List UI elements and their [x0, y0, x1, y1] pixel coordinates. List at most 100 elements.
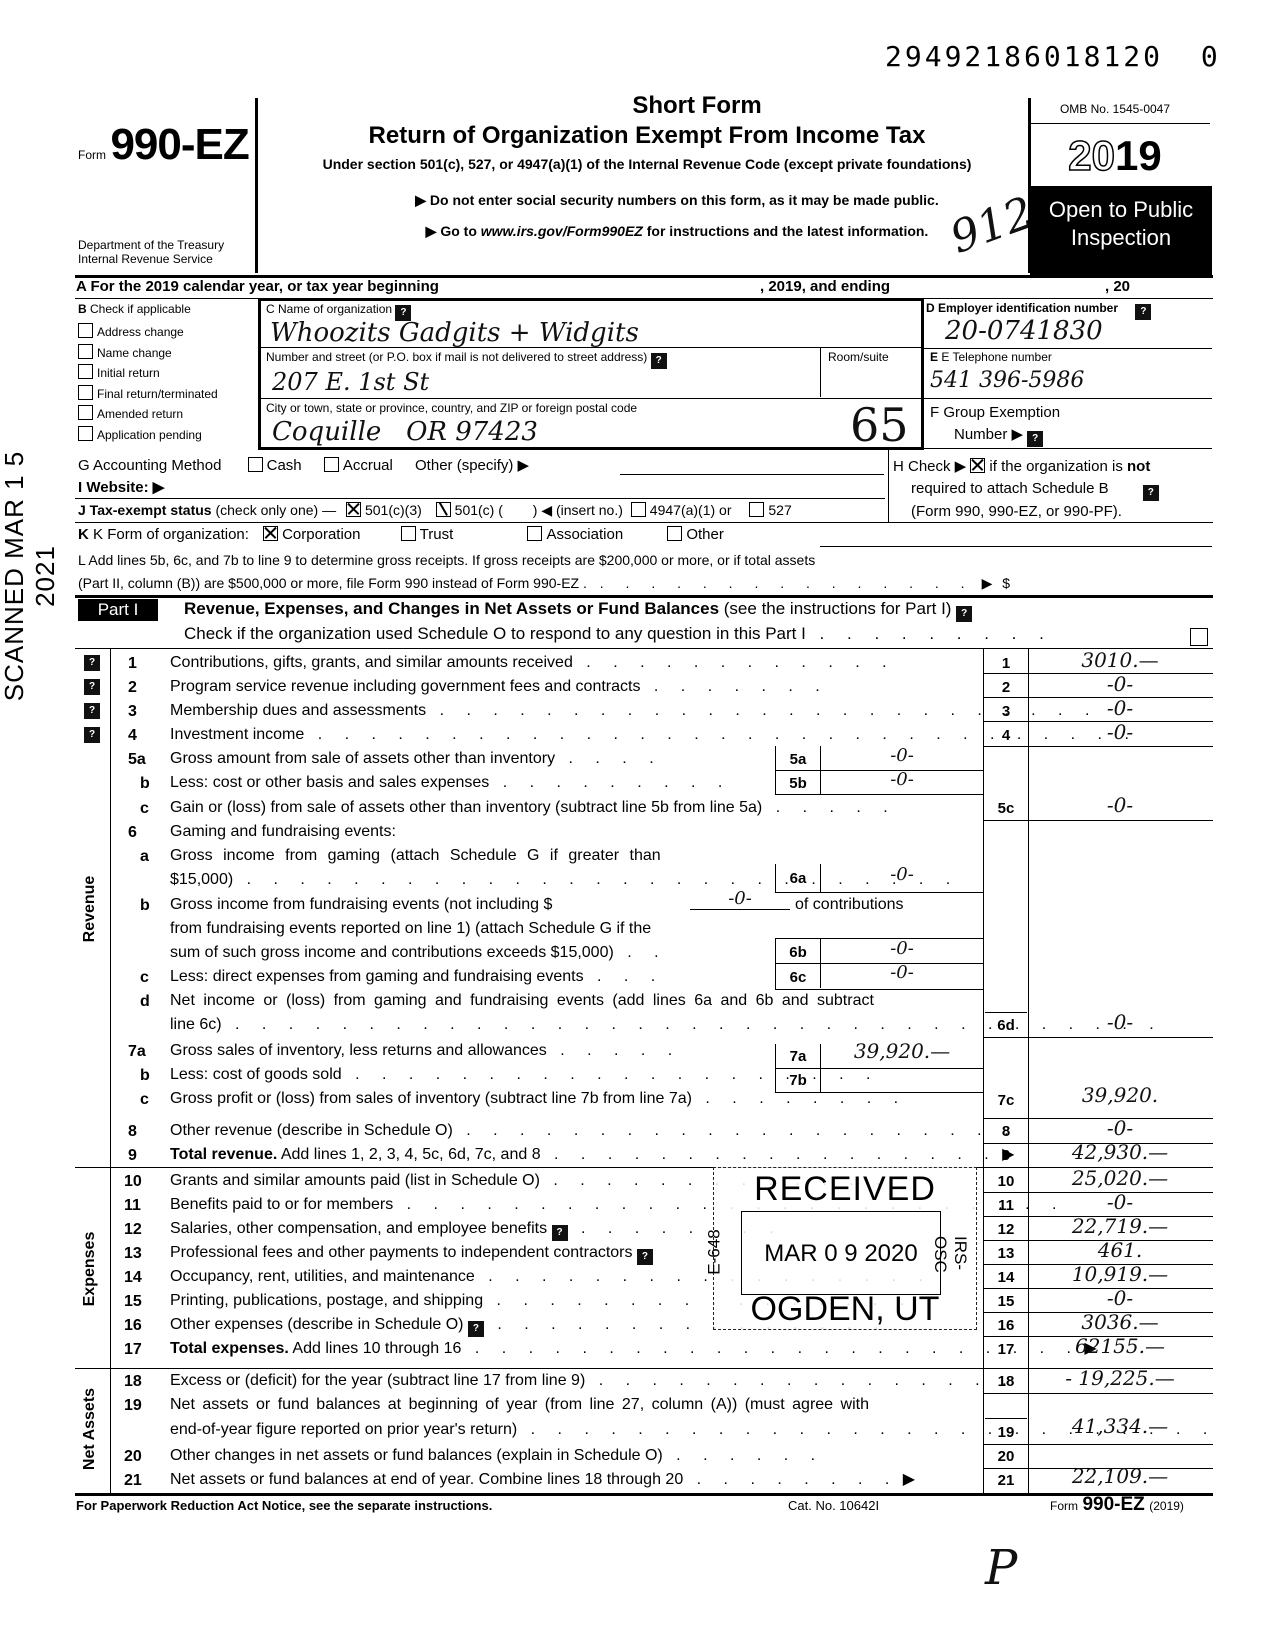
accounting-other-field[interactable] [620, 456, 884, 474]
help-icon[interactable]: ? [636, 1249, 653, 1265]
4947-checkbox[interactable]: 4947(a)(1) or [630, 502, 732, 518]
line-number: 7a [128, 1043, 146, 1060]
line-number: 12 [124, 1221, 142, 1238]
other-org-checkbox[interactable]: Other [667, 526, 724, 543]
room-suite-label: Room/suite [828, 350, 889, 364]
final-return-checkbox[interactable]: Final return/terminated [78, 384, 218, 405]
line-4-amount[interactable]: -0- [1030, 720, 1210, 744]
line-letter: d [140, 993, 150, 1010]
line-16-amount[interactable]: 3036.— [1030, 1310, 1210, 1334]
line-6b-amount[interactable]: -0- [822, 938, 982, 959]
accrual-checkbox[interactable]: Accrual [323, 457, 393, 474]
line-5c-label: Gain or (loss) from sale of assets other… [170, 799, 897, 816]
gross-receipts-field[interactable] [1030, 572, 1210, 592]
line-2-amount[interactable]: -0- [1030, 672, 1210, 696]
website-field[interactable] [180, 478, 880, 496]
line-15-amount[interactable]: -0- [1030, 1286, 1210, 1310]
help-icon[interactable]: ? [84, 679, 100, 695]
group-exemption-label: F Group Exemption Number ▶ ? [930, 402, 1060, 447]
association-checkbox[interactable]: Association [527, 526, 623, 543]
help-icon[interactable]: ? [1027, 431, 1044, 447]
line-8-amount[interactable]: -0- [1030, 1116, 1210, 1140]
irs-form-link[interactable]: www.irs.gov/Form990EZ [481, 223, 643, 239]
line-box-number: 7a [789, 1048, 807, 1065]
line-12-amount[interactable]: 22,719.— [1030, 1214, 1210, 1238]
line-6d-amount[interactable]: -0- [1030, 1010, 1210, 1034]
schedule-b-checkbox[interactable] [970, 458, 986, 473]
paperwork-notice: For Paperwork Reduction Act Notice, see … [76, 1498, 493, 1513]
line-21-amount[interactable]: 22,109.— [1030, 1464, 1210, 1488]
line-13-amount[interactable]: 461. [1030, 1238, 1210, 1262]
omb-divider [1030, 123, 1210, 124]
amended-return-checkbox[interactable]: Amended return [78, 404, 218, 425]
schedule-o-checkbox[interactable] [1190, 628, 1208, 646]
initial-return-checkbox[interactable]: Initial return [78, 363, 218, 384]
line-letter: c [140, 1091, 149, 1108]
line-letter: a [140, 848, 149, 865]
help-icon[interactable]: ? [1142, 485, 1159, 501]
line-11-amount[interactable]: -0- [1030, 1190, 1210, 1214]
telephone-label: E E Telephone number [930, 350, 1052, 364]
line-5a-label: Gross amount from sale of assets other t… [170, 750, 663, 767]
telephone-field[interactable]: 541 396-5986 [930, 368, 1084, 393]
help-icon[interactable]: ? [551, 1225, 568, 1241]
line-box-number: 20 [997, 1448, 1015, 1465]
help-icon[interactable]: ? [84, 703, 100, 719]
line-5c-amount[interactable]: -0- [1030, 793, 1210, 817]
line-13-label: Professional fees and other payments to … [170, 1243, 653, 1265]
line-5b-amount[interactable]: -0- [822, 769, 982, 790]
line-box-number: 6c [789, 969, 807, 986]
help-icon[interactable]: ? [1135, 304, 1152, 320]
line-18-amount[interactable]: - 19,225.— [1030, 1366, 1210, 1390]
line-19-amount[interactable]: 41,334.— [1030, 1414, 1210, 1438]
501c3-checkbox[interactable]: 501(c)(3) [345, 502, 422, 518]
line-3-amount[interactable]: -0- [1030, 696, 1210, 720]
form-number: 990-EZ [110, 120, 249, 169]
stamp-received-text: RECEIVED [754, 1170, 936, 1208]
help-icon[interactable]: ? [956, 606, 973, 622]
line-7c-label: Gross profit or (loss) from sales of inv… [170, 1090, 908, 1107]
help-icon[interactable]: ? [467, 1321, 484, 1337]
501c-checkbox[interactable]: 501(c) ( [435, 502, 503, 518]
line-1-amount[interactable]: 3010.— [1030, 648, 1210, 672]
schedule-o-check: Check if the organization used Schedule … [184, 624, 1053, 643]
527-checkbox[interactable]: 527 [749, 502, 792, 518]
org-name-field[interactable]: Whoozits Gadgits + Widgits [270, 318, 639, 348]
inner-box-rule [775, 794, 983, 795]
line-number: 13 [124, 1245, 142, 1262]
group-exemption-field[interactable] [1090, 425, 1200, 445]
form-subtitle: Under section 501(c), 527, or 4947(a)(1)… [322, 156, 972, 172]
line-7a-amount[interactable]: 39,920.— [822, 1039, 982, 1063]
city-label: City or town, state or province, country… [266, 401, 638, 415]
line-letter: b [140, 897, 150, 914]
help-icon[interactable]: ? [650, 353, 667, 369]
line-9-amount[interactable]: 42,930.— [1030, 1140, 1210, 1164]
line-6a-amount[interactable]: -0- [822, 864, 982, 885]
line-6c-amount[interactable]: -0- [822, 962, 982, 983]
line-6b-contributions-amount[interactable]: -0- [690, 888, 790, 910]
application-pending-checkbox[interactable]: Application pending [78, 425, 218, 446]
line-6a-label: Gross income from gaming (attach Schedul… [170, 847, 661, 864]
trust-checkbox[interactable]: Trust [400, 526, 453, 543]
line-box-number: 3 [1001, 703, 1011, 720]
form-number-block: Form 990-EZ [78, 120, 256, 170]
city-field[interactable]: Coquille OR 97423 [272, 417, 538, 447]
line-a-end: , 20 [1105, 278, 1131, 295]
cash-checkbox[interactable]: Cash [247, 457, 302, 474]
street-field[interactable]: 207 E. 1st St [272, 368, 429, 396]
line-number: 19 [124, 1397, 142, 1414]
instructions-note: ▶ Go to www.irs.gov/Form990EZ for instru… [425, 223, 929, 239]
help-icon[interactable]: ? [84, 727, 100, 743]
line-5a-amount[interactable]: -0- [822, 745, 982, 766]
corporation-checkbox[interactable]: Corporation [263, 526, 360, 543]
room-suite-field[interactable] [828, 368, 918, 392]
line-number: 2 [128, 679, 137, 696]
line-14-amount[interactable]: 10,919.— [1030, 1262, 1210, 1286]
line-7c-amount[interactable]: 39,920. [1030, 1083, 1210, 1107]
help-icon[interactable]: ? [84, 655, 100, 671]
line-10-amount[interactable]: 25,020.— [1030, 1166, 1210, 1190]
ein-field[interactable]: 20-0741830 [945, 316, 1103, 346]
line-17-amount[interactable]: 62155.— [1030, 1334, 1210, 1358]
name-change-checkbox[interactable]: Name change [78, 343, 218, 364]
address-change-checkbox[interactable]: Address change [78, 322, 218, 343]
